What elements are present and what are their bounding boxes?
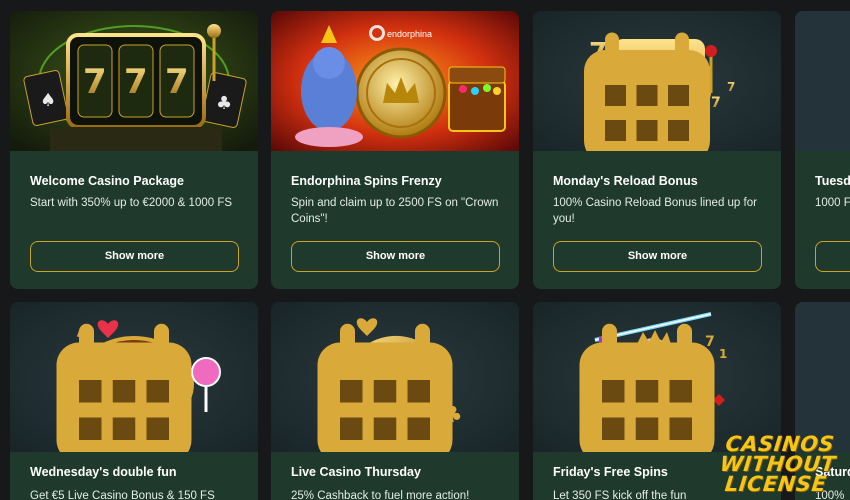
svg-text:7: 7 <box>83 62 107 102</box>
svg-text:7: 7 <box>165 62 189 102</box>
show-more-button[interactable]: Show more <box>291 241 500 272</box>
calendar-icon <box>317 323 453 452</box>
ganesha-coin-icon: endorphina <box>271 11 519 151</box>
promo-image-slot-machine: 777 7 7 7 <box>533 11 781 151</box>
promo-image-roulette <box>10 302 258 452</box>
promo-title: Endorphina Spins Frenzy <box>291 174 442 188</box>
promo-card-wednesday: Wednesday's double fun Get €5 Live Casin… <box>10 302 258 500</box>
slot-machine-icon: ♠ ♣ 7 7 7 <box>10 11 258 151</box>
promo-image-slot-machine: ♠ ♣ 7 7 7 <box>10 11 258 151</box>
promo-card-thursday: ♠ ♣ Live Casino Thursday 25% Cashback to… <box>271 302 519 500</box>
watermark-line: CASINOS <box>724 432 836 456</box>
svg-text:7: 7 <box>124 62 148 102</box>
promo-title: Live Casino Thursday <box>291 465 421 479</box>
promo-description: 1000 F <box>815 197 850 209</box>
calendar-icon <box>584 32 710 151</box>
watermark-line: LICENSE <box>724 472 829 496</box>
promo-image <box>795 302 850 452</box>
promo-title: Monday's Reload Bonus <box>553 174 698 188</box>
promo-description: Get €5 Live Casino Bonus & 150 FS <box>30 490 215 500</box>
svg-text:endorphina: endorphina <box>387 29 432 39</box>
promotions-grid: ♠ ♣ 7 7 7 Welcome Casino Package Start w… <box>0 0 850 500</box>
promo-image-zeus: 7 7 1 <box>533 302 781 452</box>
promo-card-welcome: ♠ ♣ 7 7 7 Welcome Casino Package Start w… <box>10 11 258 289</box>
promo-description: 25% Cashback to fuel more action! <box>291 490 470 500</box>
show-more-button[interactable] <box>815 241 850 272</box>
svg-text:♠: ♠ <box>40 90 56 111</box>
promo-description: Start with 350% up to €2000 & 1000 FS <box>30 197 233 209</box>
show-more-button[interactable]: Show more <box>30 241 239 272</box>
promo-card-endorphina: endorphina Endorphina Spins Frenzy Spin … <box>271 11 519 289</box>
promo-card-monday: 777 7 7 7 Monday's Reload Bonus 100% Cas… <box>533 11 781 289</box>
watermark-logo: CASINOS WITHOUT LICENSE <box>717 432 839 496</box>
promo-image <box>795 11 850 151</box>
promo-title: Wednesday's double fun <box>30 465 177 479</box>
show-more-button[interactable]: Show more <box>553 241 762 272</box>
promo-image-chip: ♠ ♣ <box>271 302 519 452</box>
promo-image-ganesha: endorphina <box>271 11 519 151</box>
watermark-line: WITHOUT <box>719 452 838 476</box>
promo-card-tuesday: Tuesd 1000 F <box>795 11 850 289</box>
calendar-icon <box>56 323 192 452</box>
promo-description: 100% Casino Reload Bonus lined up for yo… <box>553 197 757 225</box>
promo-title: Welcome Casino Package <box>30 174 185 188</box>
promo-description: Spin and claim up to 2500 FS on "Crown C… <box>291 197 499 225</box>
svg-text:♣: ♣ <box>216 93 232 114</box>
promo-title: Tuesd <box>815 174 850 188</box>
